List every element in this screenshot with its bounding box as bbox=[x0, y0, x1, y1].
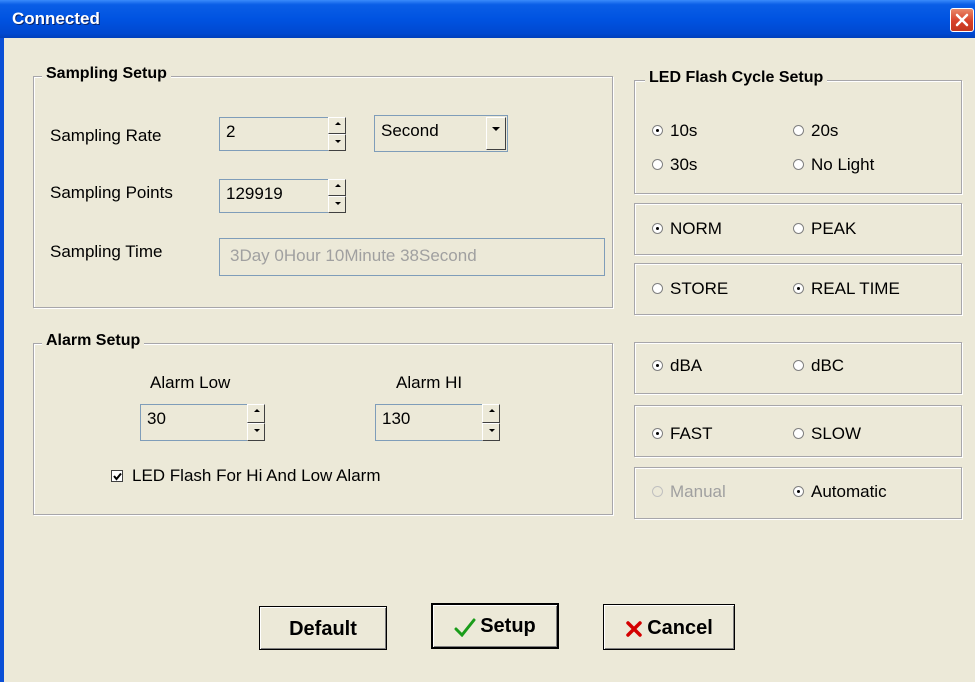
alarm-low-spinner[interactable] bbox=[247, 404, 265, 441]
radio-no-light-label: No Light bbox=[811, 155, 875, 174]
radio-empty-icon[interactable] bbox=[652, 283, 663, 295]
alarm-hi-spinner[interactable] bbox=[482, 404, 500, 441]
cancel-x-icon bbox=[626, 620, 642, 637]
radio-10s[interactable]: 10s bbox=[652, 121, 697, 141]
radio-dbc-label: dBC bbox=[811, 356, 845, 375]
alarm-hi-label: Alarm HI bbox=[396, 373, 463, 392]
spin-down-icon[interactable] bbox=[247, 422, 265, 441]
led-flash-alarm-label: LED Flash For Hi And Low Alarm bbox=[132, 466, 381, 485]
radio-empty-icon[interactable] bbox=[652, 159, 663, 171]
setup-button-label: Setup bbox=[480, 615, 536, 637]
alarm-hi-input[interactable]: 130 bbox=[375, 404, 483, 441]
spin-up-icon[interactable] bbox=[247, 404, 265, 423]
checkmark-icon bbox=[113, 472, 122, 481]
radio-store-label: STORE bbox=[670, 279, 729, 298]
radio-10s-label: 10s bbox=[670, 121, 698, 140]
radio-selected-icon[interactable] bbox=[793, 283, 804, 295]
radio-selected-icon[interactable] bbox=[652, 223, 663, 235]
sampling-setup-title: Sampling Setup bbox=[42, 65, 171, 83]
radio-30s[interactable]: 30s bbox=[652, 155, 697, 175]
radio-20s-label: 20s bbox=[811, 121, 839, 140]
alarm-low-input[interactable]: 30 bbox=[140, 404, 248, 441]
spin-up-icon[interactable] bbox=[482, 404, 500, 423]
sampling-rate-input[interactable]: 2 bbox=[219, 117, 329, 151]
radio-20s[interactable]: 20s bbox=[793, 121, 838, 141]
radio-empty-icon[interactable] bbox=[793, 428, 804, 440]
spin-up-icon[interactable] bbox=[328, 179, 346, 196]
sampling-rate-label: Sampling Rate bbox=[50, 126, 162, 145]
led-cycle-title: LED Flash Cycle Setup bbox=[645, 69, 828, 87]
spin-up-icon[interactable] bbox=[328, 117, 346, 134]
radio-peak-label: PEAK bbox=[811, 219, 857, 238]
radio-empty-icon[interactable] bbox=[793, 159, 804, 171]
radio-slow[interactable]: SLOW bbox=[793, 424, 861, 444]
led-flash-alarm-checkbox[interactable]: LED Flash For Hi And Low Alarm bbox=[111, 466, 380, 486]
close-button[interactable] bbox=[950, 8, 974, 32]
radio-store[interactable]: STORE bbox=[652, 279, 728, 299]
radio-no-light[interactable]: No Light bbox=[793, 155, 874, 175]
alarm-setup-group: Alarm Setup bbox=[33, 332, 613, 515]
radio-empty-icon[interactable] bbox=[793, 125, 804, 137]
radio-empty-icon[interactable] bbox=[793, 223, 804, 235]
radio-peak[interactable]: PEAK bbox=[793, 219, 856, 239]
radio-selected-icon[interactable] bbox=[793, 486, 804, 498]
sampling-unit-value: Second bbox=[381, 121, 439, 140]
radio-dba-label: dBA bbox=[670, 356, 703, 375]
radio-slow-label: SLOW bbox=[811, 424, 862, 443]
sampling-points-spinner[interactable] bbox=[328, 179, 346, 213]
default-button[interactable]: Default bbox=[259, 606, 387, 650]
sampling-time-label: Sampling Time bbox=[50, 242, 163, 261]
radio-disabled-icon bbox=[652, 486, 663, 498]
sampling-points-input[interactable]: 129919 bbox=[219, 179, 329, 213]
window-left-border bbox=[0, 38, 4, 682]
sampling-points-label: Sampling Points bbox=[50, 183, 173, 202]
radio-norm-label: NORM bbox=[670, 219, 722, 238]
radio-automatic-label: Automatic bbox=[811, 482, 887, 501]
dialog-window: Connected Sampling Setup Sampling Rate 2… bbox=[0, 0, 975, 682]
checkmark-icon bbox=[454, 618, 476, 637]
spin-down-icon[interactable] bbox=[328, 134, 346, 151]
radio-norm[interactable]: NORM bbox=[652, 219, 722, 239]
close-icon bbox=[955, 13, 969, 27]
radio-fast-label: FAST bbox=[670, 424, 713, 443]
radio-selected-icon[interactable] bbox=[652, 360, 663, 372]
radio-30s-label: 30s bbox=[670, 155, 698, 174]
radio-selected-icon[interactable] bbox=[652, 428, 663, 440]
spin-down-icon[interactable] bbox=[328, 196, 346, 213]
alarm-setup-title: Alarm Setup bbox=[42, 332, 145, 350]
sampling-unit-select[interactable]: Second bbox=[374, 115, 508, 152]
radio-selected-icon[interactable] bbox=[652, 125, 663, 137]
radio-real-time-label: REAL TIME bbox=[811, 279, 900, 298]
radio-fast[interactable]: FAST bbox=[652, 424, 713, 444]
radio-dbc[interactable]: dBC bbox=[793, 356, 844, 376]
radio-manual-label: Manual bbox=[670, 482, 726, 501]
radio-automatic[interactable]: Automatic bbox=[793, 482, 887, 502]
window-title: Connected bbox=[12, 9, 100, 28]
radio-real-time[interactable]: REAL TIME bbox=[793, 279, 900, 299]
cancel-button-label: Cancel bbox=[647, 617, 713, 639]
spin-down-icon[interactable] bbox=[482, 422, 500, 441]
sampling-rate-spinner[interactable] bbox=[328, 117, 346, 151]
checkbox-box[interactable] bbox=[111, 469, 123, 482]
radio-manual: Manual bbox=[652, 482, 726, 502]
radio-dba[interactable]: dBA bbox=[652, 356, 702, 376]
chevron-down-icon[interactable] bbox=[486, 117, 506, 150]
title-bar[interactable]: Connected bbox=[0, 0, 975, 38]
sampling-time-field: 3Day 0Hour 10Minute 38Second bbox=[219, 238, 605, 276]
cancel-button[interactable]: Cancel bbox=[603, 604, 735, 650]
default-button-label: Default bbox=[289, 618, 357, 640]
radio-empty-icon[interactable] bbox=[793, 360, 804, 372]
setup-button[interactable]: Setup bbox=[431, 603, 559, 649]
alarm-low-label: Alarm Low bbox=[150, 373, 231, 392]
